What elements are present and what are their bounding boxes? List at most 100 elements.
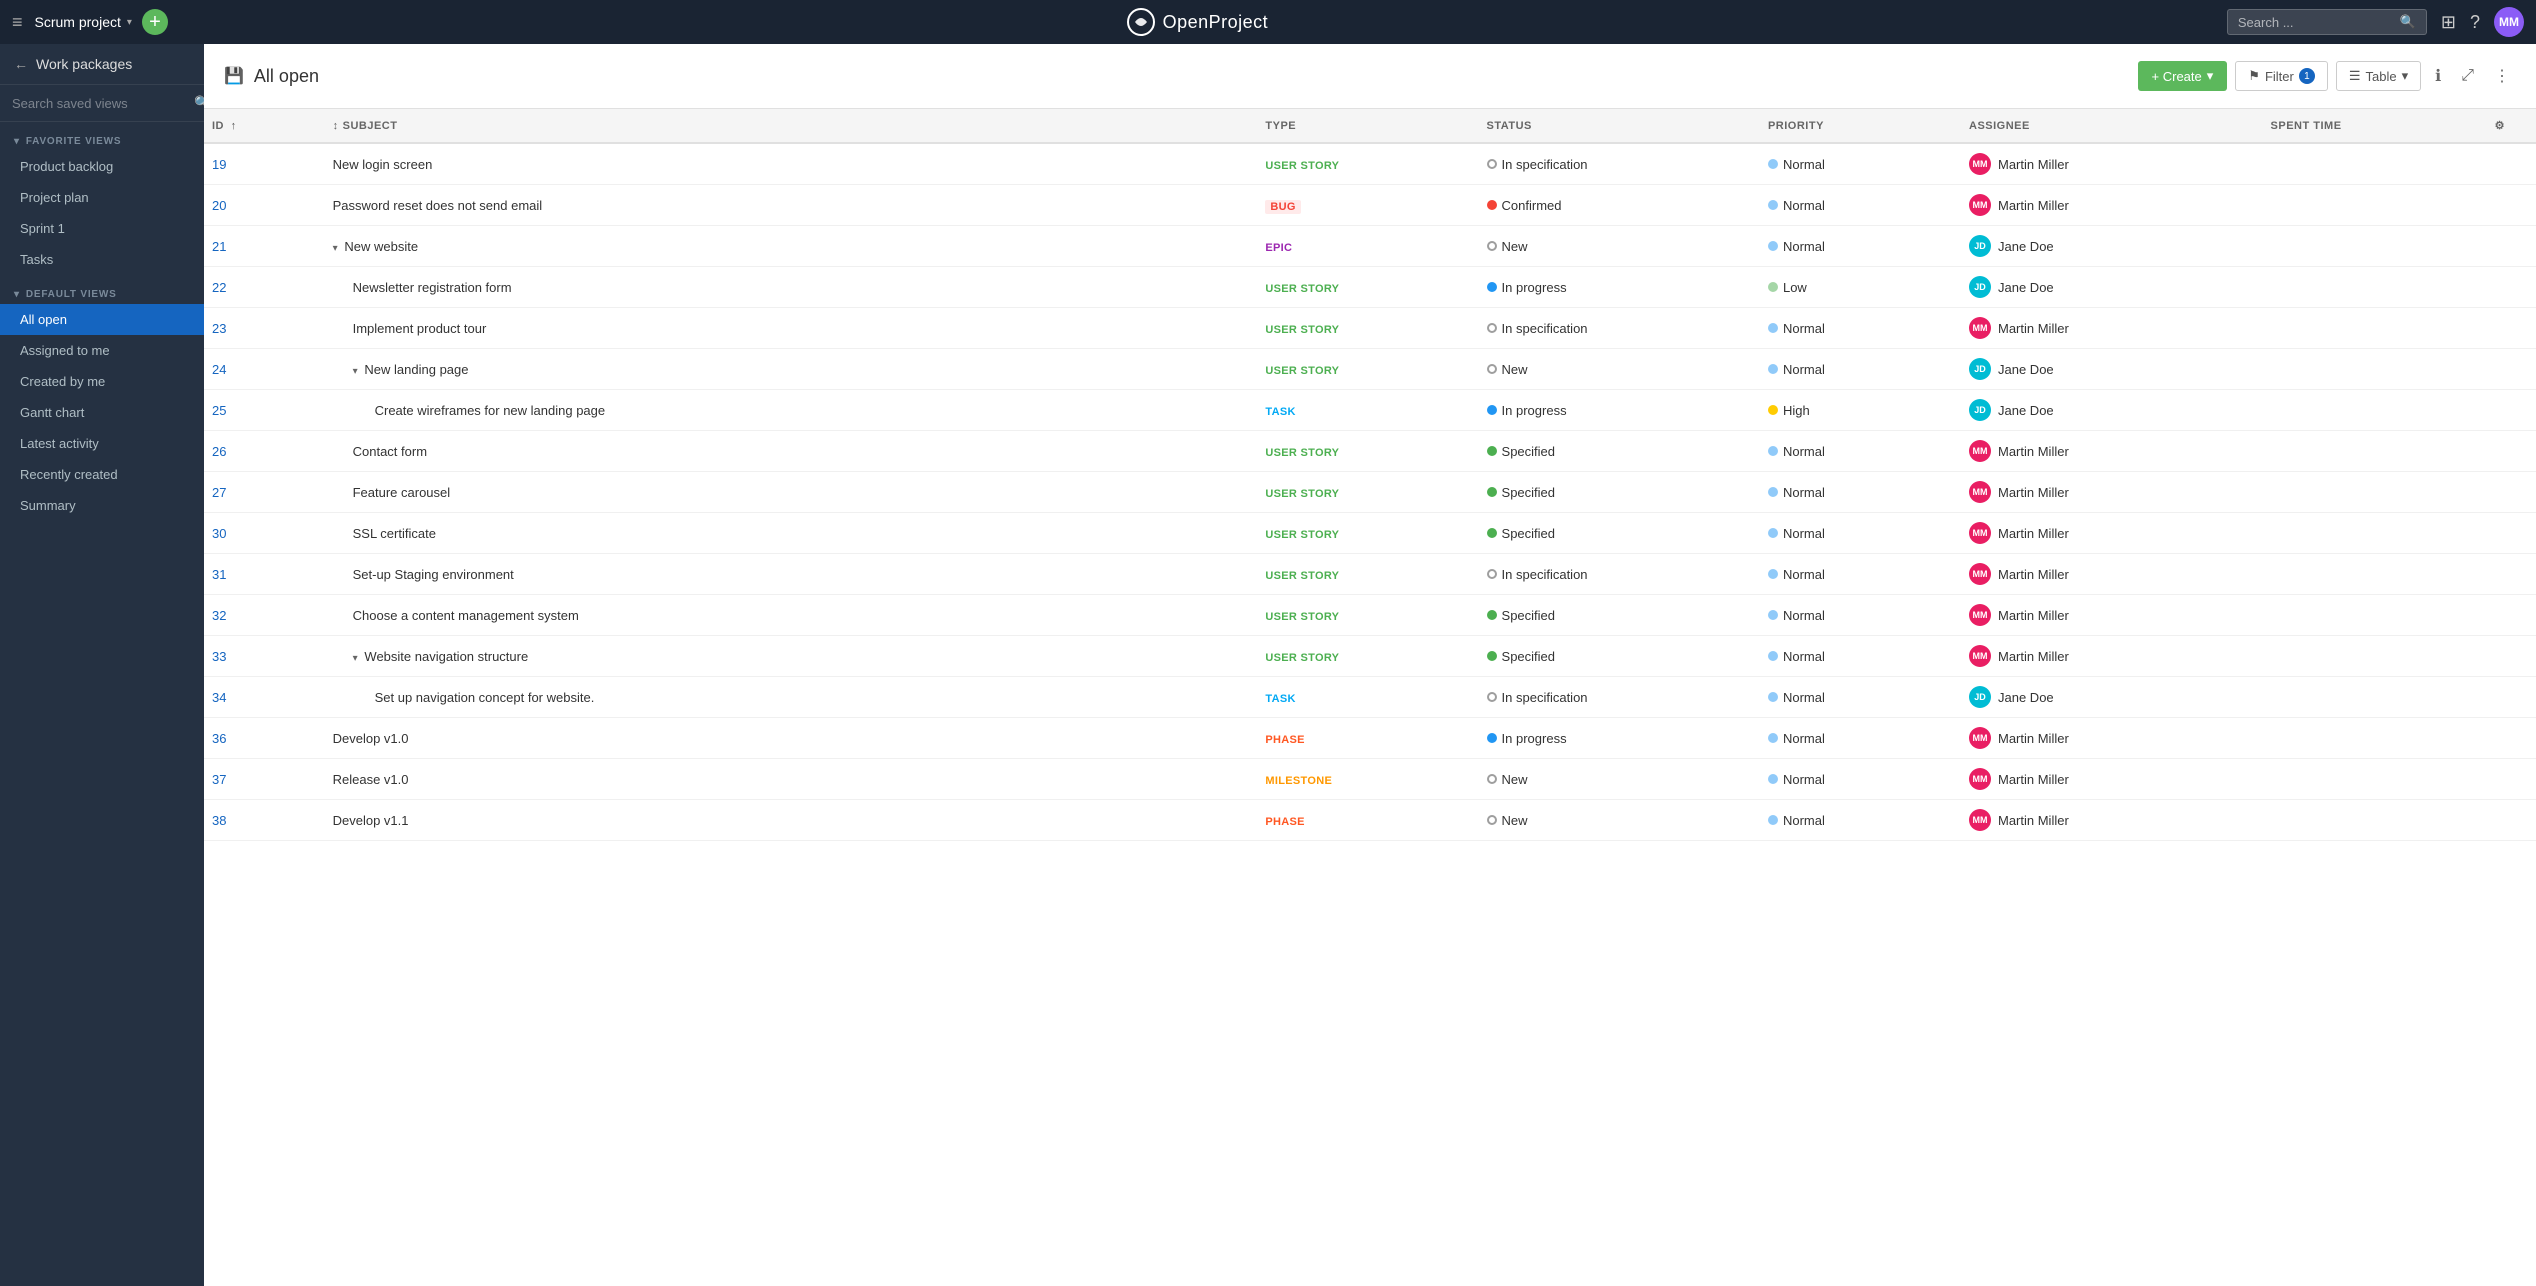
- sidebar-search-box[interactable]: 🔍: [0, 85, 204, 122]
- global-search-input[interactable]: [2238, 15, 2394, 30]
- subject-text[interactable]: Newsletter registration form: [353, 280, 512, 295]
- more-button[interactable]: ⋮: [2488, 60, 2516, 92]
- collapse-arrow-icon[interactable]: ▾: [353, 653, 361, 664]
- row-settings-38: [2464, 800, 2536, 841]
- row-id-26[interactable]: 26: [204, 431, 325, 472]
- row-subject-24[interactable]: ▾ New landing page: [325, 349, 1258, 390]
- subject-text[interactable]: Choose a content management system: [353, 608, 579, 623]
- work-packages-table: ID ↑ ↕SUBJECT TYPE STATUS PRIORITY ASSIG…: [204, 109, 2536, 841]
- subject-text[interactable]: New website: [344, 239, 418, 254]
- assignee-name: Martin Miller: [1998, 567, 2069, 582]
- collapse-arrow-icon[interactable]: ▾: [333, 243, 341, 254]
- add-button[interactable]: +: [142, 9, 168, 35]
- row-subject-22[interactable]: Newsletter registration form: [325, 267, 1258, 308]
- sidebar-item-assigned-to-me[interactable]: Assigned to me: [0, 335, 204, 366]
- sidebar-item-created-by-me[interactable]: Created by me: [0, 366, 204, 397]
- create-button-label: + Create: [2152, 69, 2202, 84]
- collapse-arrow-icon[interactable]: ▾: [353, 366, 361, 377]
- assignee-avatar: JD: [1969, 276, 1991, 298]
- row-subject-36[interactable]: Develop v1.0: [325, 718, 1258, 759]
- status-label: In specification: [1502, 690, 1588, 705]
- row-id-30[interactable]: 30: [204, 513, 325, 554]
- sidebar-item-recently-created[interactable]: Recently created: [0, 459, 204, 490]
- row-subject-27[interactable]: Feature carousel: [325, 472, 1258, 513]
- row-subject-37[interactable]: Release v1.0: [325, 759, 1258, 800]
- row-id-20[interactable]: 20: [204, 185, 325, 226]
- sidebar-back-nav[interactable]: ← Work packages: [0, 44, 204, 85]
- sort-icon-id[interactable]: ↑: [231, 120, 237, 132]
- subject-text[interactable]: Password reset does not send email: [333, 198, 543, 213]
- sidebar-item-sprint-1[interactable]: Sprint 1: [0, 213, 204, 244]
- grid-icon[interactable]: ⊞: [2441, 12, 2456, 33]
- global-search-box[interactable]: 🔍: [2227, 9, 2427, 35]
- expand-button[interactable]: ⤢: [2455, 61, 2480, 91]
- sidebar-item-product-backlog[interactable]: Product backlog: [0, 151, 204, 182]
- subject-text[interactable]: SSL certificate: [353, 526, 436, 541]
- sort-icon-subject[interactable]: ↕: [333, 120, 339, 132]
- priority-label: Normal: [1783, 198, 1825, 213]
- sidebar-item-project-plan[interactable]: Project plan: [0, 182, 204, 213]
- row-id-33[interactable]: 33: [204, 636, 325, 677]
- subject-text[interactable]: Feature carousel: [353, 485, 451, 500]
- row-subject-34[interactable]: Set up navigation concept for website.: [325, 677, 1258, 718]
- row-subject-23[interactable]: Implement product tour: [325, 308, 1258, 349]
- row-id-37[interactable]: 37: [204, 759, 325, 800]
- subject-text[interactable]: Develop v1.0: [333, 731, 409, 746]
- row-id-32[interactable]: 32: [204, 595, 325, 636]
- row-subject-33[interactable]: ▾ Website navigation structure: [325, 636, 1258, 677]
- sidebar-item-latest-activity[interactable]: Latest activity: [0, 428, 204, 459]
- user-avatar[interactable]: MM: [2494, 7, 2524, 37]
- row-id-25[interactable]: 25: [204, 390, 325, 431]
- row-subject-30[interactable]: SSL certificate: [325, 513, 1258, 554]
- row-subject-20[interactable]: Password reset does not send email: [325, 185, 1258, 226]
- row-id-24[interactable]: 24: [204, 349, 325, 390]
- row-id-34[interactable]: 34: [204, 677, 325, 718]
- subject-text[interactable]: Set up navigation concept for website.: [375, 690, 595, 705]
- subject-text[interactable]: Implement product tour: [353, 321, 487, 336]
- sidebar-item-all-open[interactable]: All open: [0, 304, 204, 335]
- project-selector[interactable]: Scrum project ▾: [35, 14, 132, 30]
- col-header-settings[interactable]: ⚙: [2464, 109, 2536, 143]
- favorite-views-group[interactable]: ▾ FAVORITE VIEWS: [0, 122, 204, 151]
- sidebar-search-input[interactable]: [12, 96, 188, 111]
- subject-text[interactable]: Website navigation structure: [364, 649, 528, 664]
- sidebar-item-tasks[interactable]: Tasks: [0, 244, 204, 275]
- help-icon[interactable]: ?: [2470, 12, 2480, 33]
- row-subject-31[interactable]: Set-up Staging environment: [325, 554, 1258, 595]
- default-views-group[interactable]: ▾ DEFAULT VIEWS: [0, 275, 204, 304]
- sidebar-item-summary[interactable]: Summary: [0, 490, 204, 521]
- subject-text[interactable]: Contact form: [353, 444, 427, 459]
- row-id-23[interactable]: 23: [204, 308, 325, 349]
- info-button[interactable]: ℹ: [2429, 60, 2447, 92]
- subject-text[interactable]: Develop v1.1: [333, 813, 409, 828]
- assignee-name: Martin Miller: [1998, 485, 2069, 500]
- filter-button[interactable]: ⚑ Filter 1: [2235, 61, 2328, 91]
- status-label: New: [1502, 239, 1528, 254]
- row-id-31[interactable]: 31: [204, 554, 325, 595]
- row-id-38[interactable]: 38: [204, 800, 325, 841]
- row-status-19: In specification: [1479, 143, 1760, 185]
- row-id-21[interactable]: 21: [204, 226, 325, 267]
- row-subject-26[interactable]: Contact form: [325, 431, 1258, 472]
- row-subject-38[interactable]: Develop v1.1: [325, 800, 1258, 841]
- row-id-22[interactable]: 22: [204, 267, 325, 308]
- row-id-36[interactable]: 36: [204, 718, 325, 759]
- row-subject-32[interactable]: Choose a content management system: [325, 595, 1258, 636]
- subject-text[interactable]: Set-up Staging environment: [353, 567, 514, 582]
- create-button[interactable]: + Create ▾: [2138, 61, 2228, 91]
- menu-icon[interactable]: ≡: [12, 12, 23, 33]
- sidebar-item-gantt-chart[interactable]: Gantt chart: [0, 397, 204, 428]
- subject-text[interactable]: New login screen: [333, 157, 433, 172]
- row-subject-21[interactable]: ▾ New website: [325, 226, 1258, 267]
- subject-text[interactable]: New landing page: [364, 362, 468, 377]
- row-id-19[interactable]: 19: [204, 143, 325, 185]
- subject-text[interactable]: Create wireframes for new landing page: [375, 403, 606, 418]
- app-logo: OpenProject: [168, 8, 2227, 36]
- subject-text[interactable]: Release v1.0: [333, 772, 409, 787]
- assignee-name: Jane Doe: [1998, 690, 2054, 705]
- row-id-27[interactable]: 27: [204, 472, 325, 513]
- table-view-button[interactable]: ☰ Table ▾: [2336, 61, 2421, 91]
- row-subject-19[interactable]: New login screen: [325, 143, 1258, 185]
- row-subject-25[interactable]: Create wireframes for new landing page: [325, 390, 1258, 431]
- row-spent-time-32: [2263, 595, 2464, 636]
